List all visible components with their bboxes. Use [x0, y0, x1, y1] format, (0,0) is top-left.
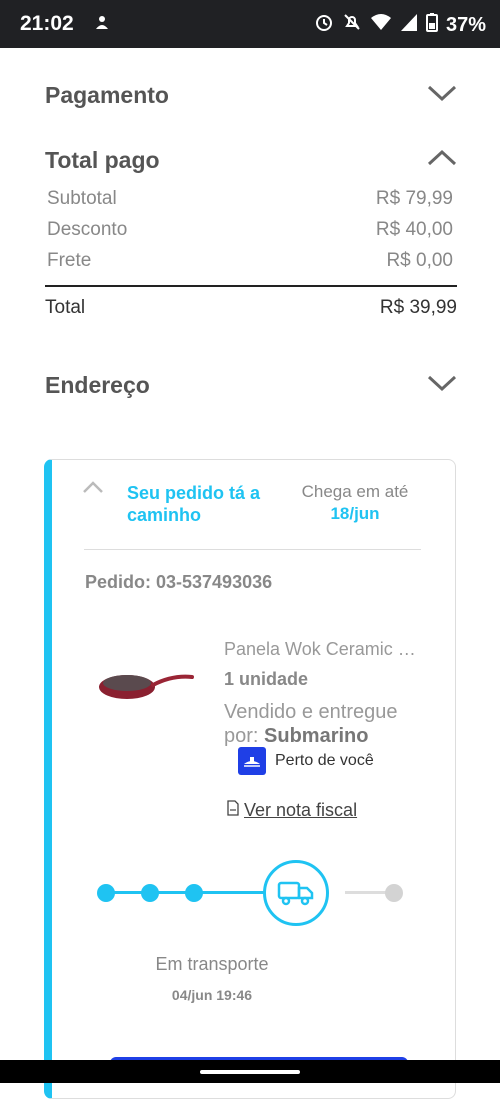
section-endereco[interactable]: Endereço — [45, 372, 457, 399]
summary-label: Frete — [47, 250, 92, 271]
card-divider — [84, 549, 421, 550]
summary-value: R$ 40,00 — [375, 219, 453, 240]
section-pagamento[interactable]: Pagamento — [45, 82, 457, 109]
summary-total-row: Total R$ 39,99 — [45, 297, 457, 319]
order-status-title: Seu pedido tá a caminho — [127, 483, 261, 525]
battery-percent: 37% — [445, 13, 486, 36]
tracker-step — [185, 884, 203, 902]
total-value: R$ 39,99 — [379, 297, 457, 318]
summary-row-desconto: Desconto R$ 40,00 — [47, 219, 453, 241]
section-total-pago[interactable]: Total pago — [45, 147, 457, 174]
tracker-line-pending — [345, 891, 389, 894]
invoice-link-label[interactable]: Ver nota fiscal — [244, 800, 357, 821]
notification-icon — [92, 13, 112, 38]
section-title-pagamento: Pagamento — [45, 82, 169, 108]
chevron-down-icon[interactable] — [427, 374, 457, 397]
summary-divider — [45, 285, 457, 287]
arrival-date: 18/jun — [330, 504, 380, 523]
summary-row-frete: Frete R$ 0,00 — [47, 250, 453, 272]
home-gesture-handle[interactable] — [200, 1070, 300, 1074]
status-bar: 21:02 37% — [0, 0, 500, 48]
section-title-endereco: Endereço — [45, 372, 150, 398]
seller-name: Submarino — [264, 725, 369, 747]
arrival-label: Chega em até — [301, 482, 409, 501]
summary-value: R$ 79,99 — [375, 188, 453, 209]
order-id: Pedido: 03-537493036 — [85, 572, 273, 592]
alarm-icon — [314, 12, 334, 38]
summary-label: Subtotal — [47, 188, 117, 209]
mute-icon — [342, 12, 362, 38]
status-icons: 37% — [314, 12, 486, 38]
product-image[interactable] — [97, 665, 197, 710]
chevron-up-icon[interactable] — [427, 149, 457, 172]
summary-label: Desconto — [47, 219, 128, 240]
summary-value: R$ 0,00 — [386, 250, 453, 271]
section-title-total-pago: Total pago — [45, 147, 160, 173]
document-icon — [226, 800, 240, 821]
total-label: Total — [45, 297, 86, 318]
order-card-header[interactable]: Seu pedido tá a caminho Chega em até 18/… — [52, 460, 455, 550]
wifi-icon — [370, 12, 392, 38]
perto-de-voce-badge: Perto de você — [238, 747, 374, 775]
summary-row-subtotal: Subtotal R$ 79,99 — [47, 188, 453, 210]
navigation-bar — [0, 1060, 500, 1083]
tracking-stage: Em transporte — [155, 954, 269, 974]
arrival-info: Chega em até 18/jun — [292, 482, 418, 524]
tracker-step — [97, 884, 115, 902]
invoice-link[interactable]: Ver nota fiscal — [226, 800, 357, 821]
chevron-down-icon[interactable] — [427, 84, 457, 107]
seller-info: Vendido e entregue por: Submarino — [224, 700, 424, 748]
product-quantity: 1 unidade — [224, 669, 309, 689]
tracker-step — [141, 884, 159, 902]
product-name[interactable]: Panela Wok Ceramic Life Smart Plus Verme… — [224, 639, 424, 660]
tracker-step-pending — [385, 884, 403, 902]
submarine-logo-icon — [238, 747, 266, 775]
clock: 21:02 — [20, 12, 74, 35]
signal-icon — [400, 12, 418, 38]
perto-label: Perto de você — [275, 752, 374, 769]
chevron-up-icon[interactable] — [82, 480, 104, 499]
battery-icon — [425, 12, 438, 38]
truck-icon — [263, 860, 329, 926]
tracking-stage-time: 04/jun 19:46 — [171, 987, 253, 1003]
delivery-tracker — [97, 858, 417, 928]
order-card: Seu pedido tá a caminho Chega em até 18/… — [44, 459, 456, 1099]
